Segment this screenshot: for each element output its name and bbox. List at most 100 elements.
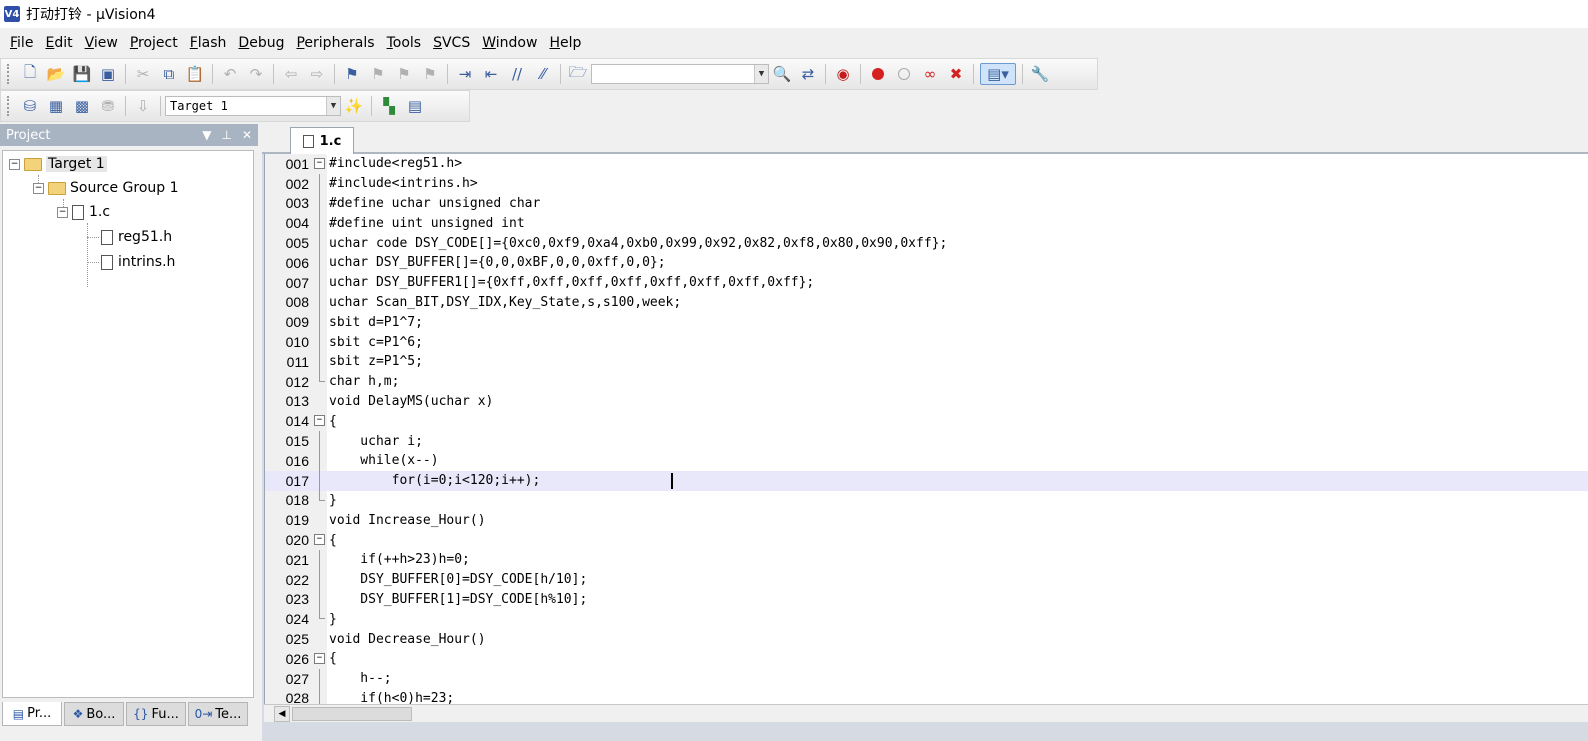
select-packs-icon[interactable]: ▤ bbox=[404, 95, 426, 117]
code-line[interactable]: 003 #define uchar unsigned char bbox=[265, 193, 1588, 214]
code-line[interactable]: 026−{ bbox=[265, 649, 1588, 669]
insert-breakpoint-icon[interactable] bbox=[867, 63, 889, 85]
tab-file-1c[interactable]: 1.c bbox=[290, 127, 354, 154]
tree-node-include-reg51[interactable]: reg51.h bbox=[101, 226, 172, 248]
unindent-icon[interactable]: ⇤ bbox=[480, 63, 502, 85]
code-line[interactable]: 016 while(x--) bbox=[265, 450, 1588, 471]
panel-close-icon[interactable]: ✕ bbox=[242, 128, 252, 142]
cut-icon[interactable]: ✂ bbox=[132, 63, 154, 85]
code-line[interactable]: 006 uchar DSY_BUFFER[]={0,0,0xBF,0,0,0xff… bbox=[265, 252, 1588, 273]
configure-wrench-icon[interactable]: 🔧 bbox=[1029, 63, 1051, 85]
menu-view[interactable]: View bbox=[79, 35, 124, 51]
code-line[interactable]: 008 uchar Scan_BIT,DSY_IDX,Key_State,s,s1… bbox=[265, 292, 1588, 313]
tab-books[interactable]: ❖ Bo... bbox=[64, 702, 124, 726]
comment-icon[interactable]: // bbox=[506, 63, 528, 85]
tab-functions[interactable]: {} Fu... bbox=[126, 702, 186, 726]
batch-build-icon[interactable]: ⛃ bbox=[97, 95, 119, 117]
download-load-icon[interactable]: ⇩ bbox=[132, 95, 154, 117]
code-line[interactable]: 001− #include<reg51.h> bbox=[265, 154, 1588, 174]
menu-help[interactable]: Help bbox=[543, 35, 587, 51]
tree-node-target[interactable]: − Target 1 bbox=[9, 153, 107, 175]
code-line[interactable]: 015 uchar i; bbox=[265, 431, 1588, 451]
save-icon[interactable]: 💾 bbox=[71, 63, 93, 85]
menu-project[interactable]: Project bbox=[124, 35, 184, 51]
menu-window[interactable]: Window bbox=[476, 35, 543, 51]
chevron-down-icon[interactable]: ▼ bbox=[754, 65, 768, 83]
redo-icon[interactable]: ↷ bbox=[245, 63, 267, 85]
open-folder-icon[interactable]: 📂 bbox=[45, 63, 67, 85]
uncomment-icon[interactable]: ⁄⁄ bbox=[532, 63, 554, 85]
tab-templates[interactable]: 0⇥ Te... bbox=[188, 702, 248, 726]
collapse-icon[interactable]: − bbox=[9, 158, 20, 170]
scrollbar-thumb[interactable] bbox=[292, 707, 412, 721]
code-line[interactable]: 025 void Decrease_Hour() bbox=[265, 629, 1588, 649]
bookmark-clear-icon[interactable]: ⚑ bbox=[419, 63, 441, 85]
code-line[interactable]: 010 sbit c=P1^6; bbox=[265, 332, 1588, 352]
code-line[interactable]: 024} bbox=[265, 609, 1588, 629]
collapse-icon[interactable]: − bbox=[57, 206, 68, 218]
manage-components-icon[interactable]: ▚ bbox=[378, 95, 400, 117]
menu-flash[interactable]: Flash bbox=[184, 35, 233, 51]
code-line[interactable]: 022 DSY_BUFFER[0]=DSY_CODE[h/10]; bbox=[265, 569, 1588, 590]
panel-pin-icon[interactable]: ⊥ bbox=[221, 128, 231, 142]
collapse-icon[interactable]: − bbox=[33, 182, 44, 194]
bookmark-next-icon[interactable]: ⚑ bbox=[393, 63, 415, 85]
window-layout-icon[interactable]: ▤▾ bbox=[980, 63, 1016, 85]
find-icon[interactable]: 🔍 bbox=[771, 63, 793, 85]
chevron-down-icon[interactable]: ▼ bbox=[326, 97, 340, 115]
code-line[interactable]: 014−{ bbox=[265, 411, 1588, 431]
fold-collapse-icon[interactable]: − bbox=[314, 415, 325, 427]
menu-peripherals[interactable]: Peripherals bbox=[290, 35, 380, 51]
tab-project[interactable]: ▤ Pr... bbox=[2, 702, 62, 726]
rebuild-icon[interactable]: ▩ bbox=[71, 95, 93, 117]
horizontal-scrollbar[interactable]: ◀ bbox=[264, 704, 1588, 722]
menu-debug[interactable]: Debug bbox=[232, 35, 290, 51]
navigate-back-icon[interactable]: ⇦ bbox=[280, 63, 302, 85]
paste-icon[interactable]: 📋 bbox=[184, 63, 206, 85]
code-line[interactable]: 011 sbit z=P1^5; bbox=[265, 351, 1588, 372]
code-line[interactable]: 018} bbox=[265, 490, 1588, 511]
code-line[interactable]: 005 uchar code DSY_CODE[]={0xc0,0xf9,0xa4… bbox=[265, 233, 1588, 253]
scroll-left-icon[interactable]: ◀ bbox=[274, 706, 290, 722]
menu-svcs[interactable]: SVCS bbox=[427, 35, 476, 51]
incremental-find-icon[interactable]: ⇄ bbox=[797, 63, 819, 85]
menu-file[interactable]: File bbox=[4, 35, 39, 51]
bookmark-prev-icon[interactable]: ⚑ bbox=[367, 63, 389, 85]
code-line[interactable]: 012 char h,m; bbox=[265, 371, 1588, 392]
undo-icon[interactable]: ↶ bbox=[219, 63, 241, 85]
find-combo[interactable]: ▼ bbox=[591, 64, 769, 84]
code-line[interactable]: 013 void DelayMS(uchar x) bbox=[265, 392, 1588, 412]
navigate-forward-icon[interactable]: ⇨ bbox=[306, 63, 328, 85]
fold-marker[interactable]: − bbox=[311, 530, 327, 550]
tree-node-source-group[interactable]: − Source Group 1 bbox=[33, 177, 179, 199]
code-line[interactable]: 020−{ bbox=[265, 530, 1588, 550]
build-icon[interactable]: ▦ bbox=[45, 95, 67, 117]
code-line[interactable]: 021 if(++h>23)h=0; bbox=[265, 549, 1588, 570]
target-options-magic-wand-icon[interactable]: ✨ bbox=[343, 95, 365, 117]
fold-marker[interactable]: − bbox=[311, 154, 327, 174]
code-line[interactable]: 017 for(i=0;i<120;i++); bbox=[265, 470, 1588, 491]
panel-dropdown-icon[interactable]: ▼ bbox=[202, 128, 211, 142]
copy-icon[interactable]: ⧉ bbox=[158, 63, 180, 85]
new-file-icon[interactable]: 🗋 bbox=[19, 63, 41, 85]
code-line[interactable]: 027 h--; bbox=[265, 668, 1588, 689]
toolbar-grip[interactable] bbox=[7, 64, 11, 84]
menu-edit[interactable]: Edit bbox=[39, 35, 78, 51]
code-line[interactable]: 023 DSY_BUFFER[1]=DSY_CODE[h%10]; bbox=[265, 589, 1588, 610]
fold-collapse-icon[interactable]: − bbox=[314, 158, 325, 169]
target-select[interactable]: Target 1 ▼ bbox=[165, 96, 341, 116]
code-editor[interactable]: 001− #include<reg51.h> 002 #include<intrins… bbox=[264, 154, 1588, 704]
toolbar-grip[interactable] bbox=[7, 96, 11, 116]
code-line[interactable]: 004 #define uint unsigned int bbox=[265, 213, 1588, 234]
code-line[interactable]: 002 #include<intrins.h> bbox=[265, 173, 1588, 194]
bookmark-toggle-icon[interactable]: ⚑ bbox=[341, 63, 363, 85]
translate-icon[interactable]: ⛁ bbox=[19, 95, 41, 117]
save-all-icon[interactable]: ▣ bbox=[97, 63, 119, 85]
enable-breakpoint-icon[interactable] bbox=[893, 63, 915, 85]
fold-marker[interactable]: − bbox=[311, 649, 327, 669]
fold-marker[interactable]: − bbox=[311, 411, 327, 431]
fold-collapse-icon[interactable]: − bbox=[314, 534, 325, 546]
code-line[interactable]: 007 uchar DSY_BUFFER1[]={0xff,0xff,0xff,0… bbox=[265, 272, 1588, 293]
disable-all-breakpoints-icon[interactable]: ∞ bbox=[919, 63, 941, 85]
tree-node-file-1c[interactable]: − 1.c bbox=[57, 201, 110, 223]
